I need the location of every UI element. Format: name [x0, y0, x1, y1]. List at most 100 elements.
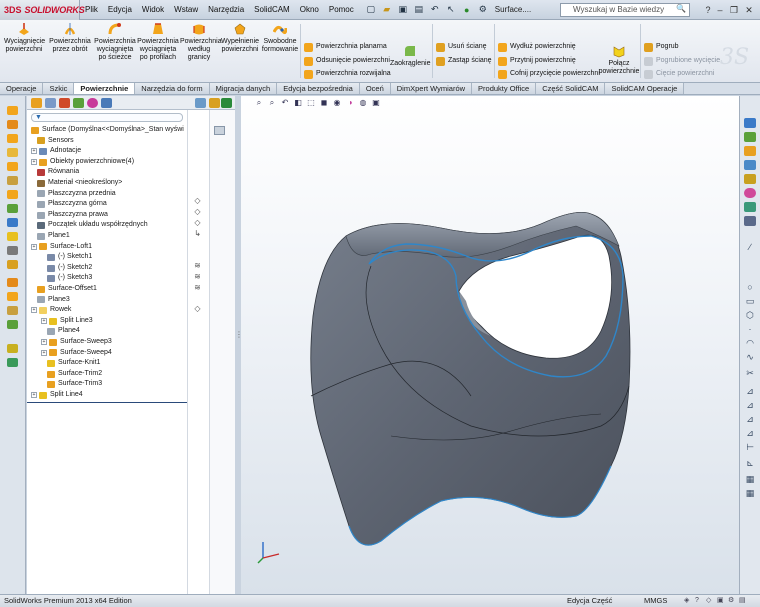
- panel-option-3-icon[interactable]: [221, 98, 232, 108]
- panel-option-2-icon[interactable]: [209, 98, 220, 108]
- expand-toggle-icon[interactable]: +: [31, 159, 37, 166]
- menu-wstaw[interactable]: Wstaw: [169, 0, 203, 20]
- tab-produkty-office[interactable]: Produkty Office: [472, 83, 537, 94]
- solidworks-resources-icon[interactable]: [744, 118, 756, 128]
- tree-plane4[interactable]: Plane4: [47, 326, 80, 337]
- tree-right-plane[interactable]: Płaszczyzna prawa: [37, 210, 108, 221]
- offset-surface-button[interactable]: Odsunięcie powierzchni: [304, 56, 390, 66]
- tree-annotations[interactable]: + Adnotacje: [31, 146, 81, 157]
- settings-status-icon[interactable]: ⚙: [728, 597, 737, 605]
- untrim-surface-button[interactable]: Cofnij przycięcie powierzchni: [498, 69, 600, 79]
- freeform-button[interactable]: Swobodne formowanie: [260, 22, 300, 54]
- expand-toggle-icon[interactable]: +: [31, 148, 37, 155]
- point-tool-icon[interactable]: ·: [744, 324, 756, 334]
- tab-operacje[interactable]: Operacje: [0, 83, 44, 94]
- tree-filter-input[interactable]: ▼: [31, 113, 183, 122]
- select-icon[interactable]: ↖: [444, 3, 458, 17]
- circle-tool-icon[interactable]: ○: [744, 282, 756, 292]
- menu-plik[interactable]: Plik: [80, 0, 103, 20]
- tree-split-line4[interactable]: + Split Line4: [31, 390, 83, 401]
- custom-properties-icon[interactable]: [744, 202, 756, 212]
- sketch-line-icon[interactable]: ∕: [744, 242, 756, 252]
- extend-surface-button[interactable]: Wydłuż powierzchnię: [498, 42, 576, 52]
- tree-folder-rowek[interactable]: + Rowek: [31, 305, 71, 316]
- forum-icon[interactable]: [744, 216, 756, 226]
- arc-tool-icon[interactable]: ◠: [744, 338, 756, 348]
- tree-surface-trim3[interactable]: Surface-Trim3: [47, 379, 102, 390]
- relations-icon[interactable]: ⊢: [744, 442, 756, 452]
- tree-root-part[interactable]: Surface (Domyślna<<Domyślna>_Stan wyświ: [31, 125, 184, 136]
- lock-icon[interactable]: ▣: [717, 597, 726, 605]
- search-input[interactable]: Wyszukaj w Bazie wiedzy: [560, 3, 690, 17]
- tab-powierzchnie[interactable]: Powierzchnie: [74, 83, 136, 94]
- search-go-icon[interactable]: 🔍: [676, 4, 686, 13]
- design-library-icon[interactable]: [744, 132, 756, 142]
- boundary-tool-icon[interactable]: [7, 162, 18, 171]
- fill-tool-icon[interactable]: [7, 176, 18, 185]
- tab-narzedzia-do-form[interactable]: Narzędzia do form: [135, 83, 210, 94]
- loft-tool-icon[interactable]: [7, 148, 18, 157]
- property-manager-tab-icon[interactable]: [45, 98, 56, 108]
- side-column-icon[interactable]: [214, 126, 225, 135]
- tree-surface-trim2[interactable]: Surface-Trim2: [47, 369, 102, 380]
- delete-face-tool-icon[interactable]: [7, 320, 18, 329]
- sweep-tool-icon[interactable]: [7, 134, 18, 143]
- tab-edycja-bezposrednia[interactable]: Edycja bezpośrednia: [277, 83, 360, 94]
- planar-surface-button[interactable]: Powierzchnia planarna: [304, 42, 387, 52]
- tree-sketch3[interactable]: (-) Sketch3: [47, 273, 92, 284]
- tree-surface-sweep4[interactable]: + Surface-Sweep4: [41, 348, 112, 359]
- graphics-area[interactable]: ⌕ ⌕ ↶ ◧ ⬚ ◼ ◉ ◑ ◍ ▣: [241, 96, 739, 594]
- offset-entities-icon[interactable]: ⊿: [744, 400, 756, 410]
- grid-icon[interactable]: ▦: [744, 474, 756, 484]
- tree-surface-sweep3[interactable]: + Surface-Sweep3: [41, 337, 112, 348]
- rebuild-icon[interactable]: ●: [460, 3, 474, 17]
- tree-sketch1[interactable]: (-) Sketch1: [47, 252, 92, 263]
- convert-entities-icon[interactable]: ⊿: [744, 414, 756, 424]
- tree-top-plane[interactable]: Płaszczyzna górna: [37, 199, 107, 210]
- options-icon[interactable]: ⚙: [476, 3, 490, 17]
- expand-toggle-icon[interactable]: +: [31, 307, 37, 314]
- trim-entities-icon[interactable]: ✂: [744, 368, 756, 378]
- thickened-cut-button[interactable]: Pogrubione wycięcie: [644, 56, 720, 66]
- close-icon[interactable]: ✕: [741, 3, 757, 17]
- smart-dimension-icon[interactable]: ⊾: [744, 458, 756, 468]
- menu-pomoc[interactable]: Pomoc: [324, 0, 359, 20]
- panel-option-icon[interactable]: [195, 98, 206, 108]
- solidworks-logo[interactable]: 3DS SOLIDWORKS: [0, 0, 85, 20]
- fillet-button[interactable]: Zaokrąglenie: [390, 44, 430, 68]
- menu-solidcam[interactable]: SolidCAM: [249, 0, 295, 20]
- undo-icon[interactable]: ↶: [428, 3, 442, 17]
- feature-tree-tab-icon[interactable]: [31, 98, 42, 108]
- fillet-tool-icon[interactable]: [7, 292, 18, 301]
- thicken-button[interactable]: Pogrub: [644, 42, 679, 52]
- knit-tool-icon[interactable]: [7, 232, 18, 241]
- ruled-surface-button[interactable]: Powierzchnia rozwijalna: [304, 69, 391, 79]
- tree-front-plane[interactable]: Płaszczyzna przednia: [37, 189, 116, 200]
- revolved-surface-button[interactable]: Powierzchnia przez obrót: [48, 22, 92, 54]
- menu-widok[interactable]: Widok: [137, 0, 169, 20]
- trim-surface-button[interactable]: Przytnij powierzchnię: [498, 56, 576, 66]
- solidcam-tab-icon[interactable]: [101, 98, 112, 108]
- tree-material[interactable]: Materiał <nieokreślony>: [37, 178, 122, 189]
- menu-edycja[interactable]: Edycja: [103, 0, 137, 20]
- configuration-manager-tab-icon[interactable]: [59, 98, 70, 108]
- appearances-icon[interactable]: [744, 188, 756, 198]
- restore-icon[interactable]: ❐: [726, 3, 742, 17]
- thicken-tool-icon[interactable]: [7, 246, 18, 255]
- trim-tool-icon[interactable]: [7, 260, 18, 269]
- expand-toggle-icon[interactable]: +: [31, 243, 37, 250]
- tag-icon[interactable]: ◇: [706, 597, 715, 605]
- knit-surface-button[interactable]: Połącz powierzchnie: [598, 44, 640, 76]
- grid-icon-2[interactable]: ▦: [744, 488, 756, 498]
- tree-origin[interactable]: Początek układu współrzędnych: [37, 220, 148, 231]
- tree-plane1[interactable]: Plane1: [37, 231, 70, 242]
- boundary-surface-button[interactable]: Powierzchnia według granicy: [180, 22, 222, 62]
- tab-czesc-solidcam[interactable]: Część SolidCAM: [536, 83, 606, 94]
- print-icon[interactable]: ▤: [412, 3, 426, 17]
- info-status-icon[interactable]: ▤: [739, 597, 748, 605]
- offset-tool-icon[interactable]: [7, 204, 18, 213]
- revolve-tool-icon[interactable]: [7, 120, 18, 129]
- planar-tool-icon[interactable]: [7, 190, 18, 199]
- tree-surface-knit1[interactable]: Surface-Knit1: [47, 358, 100, 369]
- rollback-bar[interactable]: [27, 402, 187, 403]
